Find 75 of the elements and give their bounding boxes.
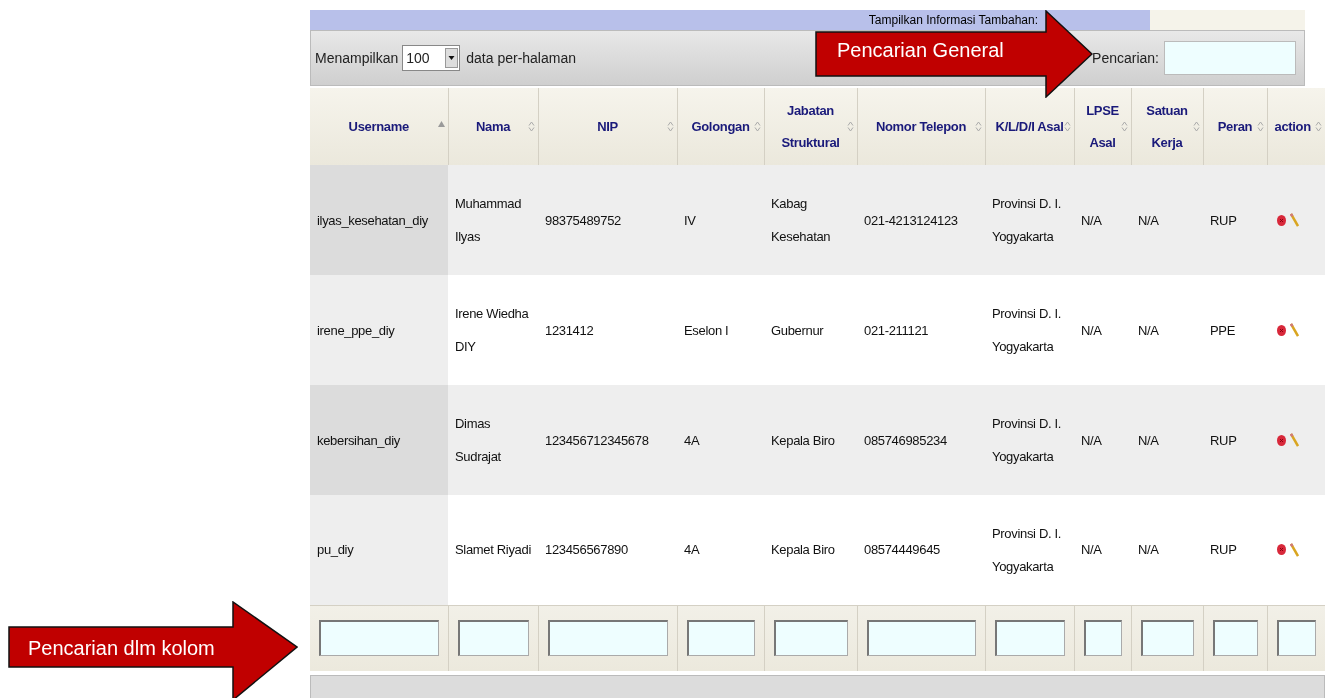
table-cell: 085746985234 bbox=[857, 385, 985, 495]
table-cell: Provinsi D. I. Yogyakarta bbox=[985, 385, 1074, 495]
sort-icon bbox=[1192, 121, 1200, 132]
column-filter-field[interactable] bbox=[1083, 620, 1122, 657]
column-filter-field[interactable] bbox=[457, 620, 529, 657]
search-field[interactable] bbox=[1164, 41, 1296, 75]
table-cell: Kepala Biro bbox=[764, 495, 857, 605]
table-cell: 021-4213124123 bbox=[857, 165, 985, 275]
sort-ascending-icon bbox=[437, 121, 445, 127]
column-filter-field[interactable] bbox=[1140, 620, 1194, 657]
table-cell: 4A bbox=[677, 495, 764, 605]
search-label: Pencarian: bbox=[1092, 48, 1159, 68]
column-filter-field[interactable] bbox=[1276, 620, 1316, 657]
annotation-label: Pencarian dlm kolom bbox=[28, 636, 215, 660]
dropdown-icon bbox=[445, 48, 459, 68]
table-cell: ilyas_kesehatan_diy bbox=[310, 165, 448, 275]
table-cell: RUP bbox=[1203, 385, 1267, 495]
column-filter-field[interactable] bbox=[1212, 620, 1258, 657]
sort-icon bbox=[753, 121, 761, 132]
sort-icon bbox=[1256, 121, 1264, 132]
table-cell: N/A bbox=[1131, 495, 1203, 605]
table-cell: kebersihan_diy bbox=[310, 385, 448, 495]
sort-icon bbox=[1314, 121, 1322, 132]
column-filter-field[interactable] bbox=[773, 620, 848, 657]
table-cell: RUP bbox=[1203, 495, 1267, 605]
table-cell: PPE bbox=[1203, 275, 1267, 385]
table-cell: Kabag Kesehatan bbox=[764, 165, 857, 275]
delete-icon[interactable] bbox=[1277, 324, 1286, 336]
column-filter-field[interactable] bbox=[319, 620, 439, 657]
table-cell: Provinsi D. I. Yogyakarta bbox=[985, 495, 1074, 605]
table-cell: 123456712345678 bbox=[538, 385, 677, 495]
table-cell: N/A bbox=[1131, 275, 1203, 385]
table-cell: 123456567890 bbox=[538, 495, 677, 605]
delete-icon[interactable] bbox=[1277, 544, 1286, 556]
table-cell: pu_diy bbox=[310, 495, 448, 605]
table-cell: N/A bbox=[1131, 385, 1203, 495]
table-cell: 021-211121 bbox=[857, 275, 985, 385]
table-cell: N/A bbox=[1131, 165, 1203, 275]
table-cell: N/A bbox=[1074, 495, 1131, 605]
info-label: Tampilkan Informasi Tambahan: bbox=[868, 13, 1038, 27]
sort-icon bbox=[974, 121, 982, 132]
table-cell: Slamet Riyadi bbox=[448, 495, 538, 605]
table-cell: Provinsi D. I. Yogyakarta bbox=[985, 165, 1074, 275]
sort-icon bbox=[666, 121, 674, 132]
column-filter-field[interactable] bbox=[686, 620, 755, 657]
table-cell: irene_ppe_diy bbox=[310, 275, 448, 385]
table-cell: RUP bbox=[1203, 165, 1267, 275]
table-cell: 98375489752 bbox=[538, 165, 677, 275]
sort-icon bbox=[846, 121, 854, 132]
sort-icon bbox=[527, 121, 535, 132]
show-label: Menampilkan bbox=[315, 48, 399, 68]
table-cell: Kepala Biro bbox=[764, 385, 857, 495]
page-size-select[interactable]: 100 bbox=[402, 45, 461, 71]
column-filter-field[interactable] bbox=[547, 620, 668, 657]
table-cell: Gubernur bbox=[764, 275, 857, 385]
column-filter-field[interactable] bbox=[866, 620, 976, 657]
table-cell: IV bbox=[677, 165, 764, 275]
delete-icon[interactable] bbox=[1277, 434, 1286, 446]
table-cell: 1231412 bbox=[538, 275, 677, 385]
table-cell: Muhammad Ilyas bbox=[448, 165, 538, 275]
table-cell: Provinsi D. I. Yogyakarta bbox=[985, 275, 1074, 385]
sort-icon bbox=[1120, 121, 1128, 132]
table-cell: N/A bbox=[1074, 385, 1131, 495]
table-cell: N/A bbox=[1074, 275, 1131, 385]
table-cell: N/A bbox=[1074, 165, 1131, 275]
column-filter-field[interactable] bbox=[994, 620, 1065, 657]
table-cell: Eselon I bbox=[677, 275, 764, 385]
delete-icon[interactable] bbox=[1277, 214, 1286, 226]
per-page-label: data per-halaman bbox=[466, 48, 576, 68]
table-cell: Dimas Sudrajat bbox=[448, 385, 538, 495]
table-cell: 4A bbox=[677, 385, 764, 495]
annotation-label: Pencarian General bbox=[837, 38, 1004, 62]
table-cell: Irene Wiedha DIY bbox=[448, 275, 538, 385]
table-cell: 08574449645 bbox=[857, 495, 985, 605]
sort-icon bbox=[1063, 121, 1071, 132]
